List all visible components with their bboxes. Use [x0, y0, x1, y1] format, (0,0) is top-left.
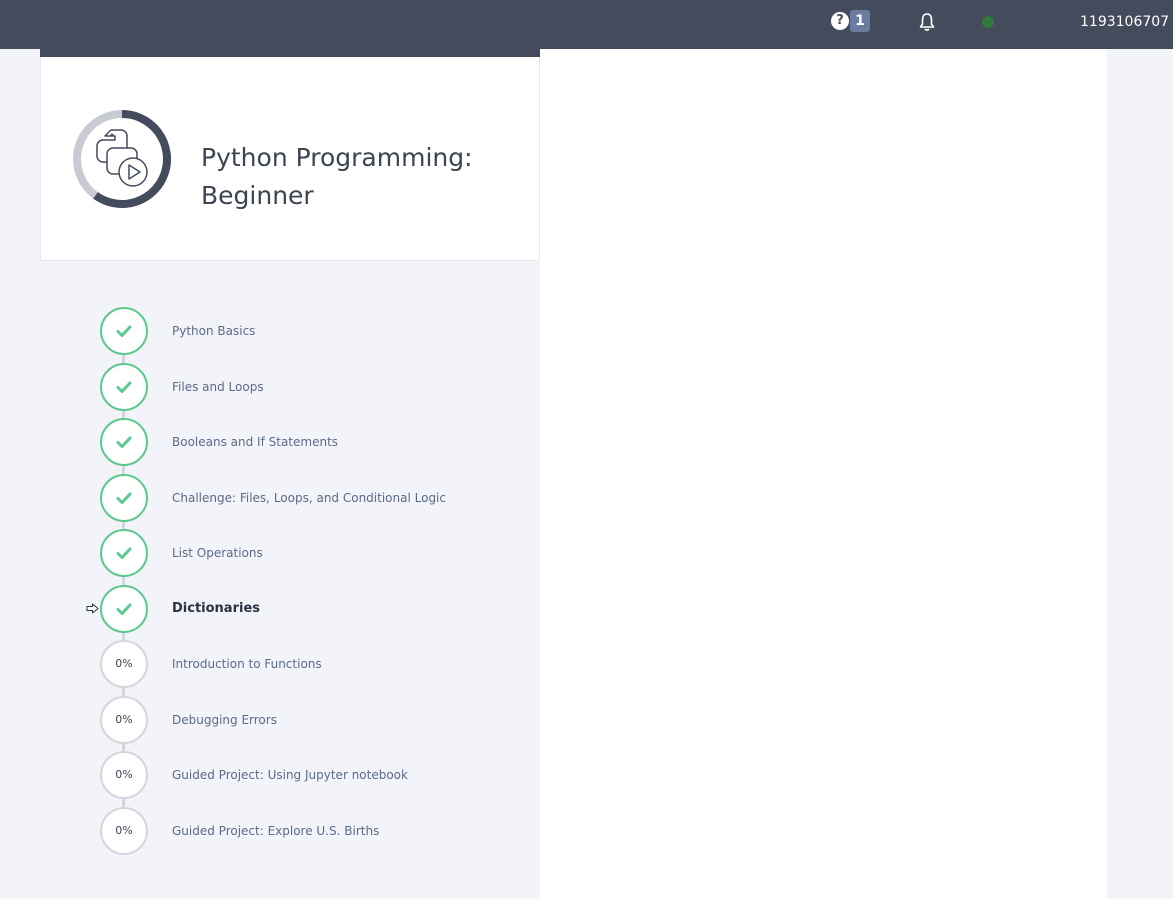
user-menu-button[interactable]: 1193106707 — [1080, 11, 1173, 33]
mission-percent-label: 0% — [115, 713, 133, 726]
mission-item-files-and-loops[interactable]: Files and Loops — [100, 363, 540, 411]
help-count-badge[interactable]: 1 — [850, 10, 870, 32]
top-navigation-bar: ? 1 1193106707 — [0, 0, 1173, 49]
mission-status-circle — [100, 585, 148, 633]
mission-label: Guided Project: Using Jupyter notebook — [172, 768, 408, 782]
mission-status-circle: 0% — [100, 696, 148, 744]
question-circle-icon[interactable]: ? — [831, 12, 849, 30]
bell-icon[interactable] — [918, 12, 936, 32]
mission-label: Files and Loops — [172, 380, 264, 394]
python-play-icon — [73, 110, 171, 208]
mission-status-circle — [100, 307, 148, 355]
mission-percent-label: 0% — [115, 657, 133, 670]
mission-label: Debugging Errors — [172, 713, 277, 727]
mission-label: List Operations — [172, 546, 263, 560]
checkmark-icon — [116, 492, 132, 504]
mission-list: Python Basics Files and Loops Booleans a… — [40, 261, 540, 899]
online-status-dot — [982, 16, 994, 28]
panel-top-strip — [40, 49, 540, 57]
mission-status-circle — [100, 474, 148, 522]
mission-item-introduction-to-functions[interactable]: 0% Introduction to Functions — [100, 640, 540, 688]
mission-status-circle: 0% — [100, 751, 148, 799]
mission-label: Challenge: Files, Loops, and Conditional… — [172, 491, 446, 505]
mission-item-challenge-files-loops-conditional-logic[interactable]: Challenge: Files, Loops, and Conditional… — [100, 474, 540, 522]
mission-item-booleans-and-if-statements[interactable]: Booleans and If Statements — [100, 418, 540, 466]
mission-status-circle: 0% — [100, 807, 148, 855]
mission-label: Dictionaries — [172, 601, 261, 616]
mission-status-circle — [100, 529, 148, 577]
mission-item-dictionaries[interactable]: Dictionaries — [86, 585, 540, 633]
mission-item-guided-project-us-births[interactable]: 0% Guided Project: Explore U.S. Births — [100, 807, 540, 855]
current-mission-pointer-icon — [86, 603, 99, 614]
mission-label: Introduction to Functions — [172, 657, 322, 671]
main-content-area — [540, 49, 1107, 899]
mission-status-circle: 0% — [100, 640, 148, 688]
mission-item-guided-project-jupyter-notebook[interactable]: 0% Guided Project: Using Jupyter noteboo… — [100, 751, 540, 799]
username-label: 1193106707 — [1080, 14, 1170, 30]
mission-label: Guided Project: Explore U.S. Births — [172, 824, 380, 838]
mission-item-debugging-errors[interactable]: 0% Debugging Errors — [100, 696, 540, 744]
checkmark-icon — [116, 436, 132, 448]
mission-item-python-basics[interactable]: Python Basics — [100, 307, 540, 355]
mission-percent-label: 0% — [115, 824, 133, 837]
mission-label: Booleans and If Statements — [172, 435, 339, 449]
course-title: Python Programming: Beginner — [201, 143, 473, 210]
course-header: Python Programming: Beginner — [40, 57, 540, 261]
checkmark-icon — [116, 603, 132, 615]
mission-item-list-operations[interactable]: List Operations — [100, 529, 540, 577]
checkmark-icon — [116, 381, 132, 393]
checkmark-icon — [116, 547, 132, 559]
mission-percent-label: 0% — [115, 768, 133, 781]
mission-status-circle — [100, 418, 148, 466]
mission-status-circle — [100, 363, 148, 411]
mission-label: Python Basics — [172, 324, 256, 338]
checkmark-icon — [116, 325, 132, 337]
